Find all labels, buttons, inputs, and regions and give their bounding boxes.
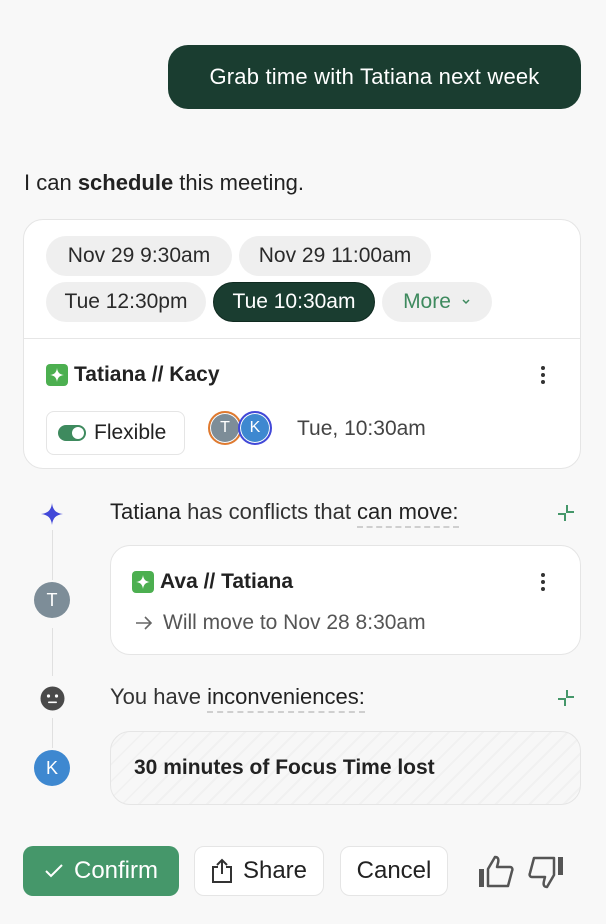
card-divider <box>24 338 580 339</box>
neutral-face-icon <box>40 686 65 711</box>
timeline-connector <box>52 530 53 580</box>
more-label: More <box>403 290 451 313</box>
conflict-title-text: Ava // Tatiana <box>160 570 294 593</box>
conflict-event-title[interactable]: Ava // Tatiana <box>132 570 293 594</box>
event-title-text: Tatiana // Kacy <box>74 363 220 386</box>
thumbs-down-icon[interactable] <box>526 852 566 892</box>
attendee-avatars: T K <box>208 411 278 447</box>
conflict-text: has conflicts that <box>180 499 358 524</box>
share-button[interactable]: Share <box>194 846 324 896</box>
inconvenience-text: 30 minutes of Focus Time lost <box>134 756 435 779</box>
avatar-tatiana: T <box>34 582 70 618</box>
conflict-person: Tatiana <box>110 499 181 524</box>
toggle-switch-icon <box>58 425 86 441</box>
conflicts-heading: Tatiana has conflicts that can move: <box>110 499 459 528</box>
event-time: Tue, 10:30am <box>297 417 426 440</box>
flexible-toggle[interactable]: Flexible <box>46 411 185 455</box>
inconvenience-card: 30 minutes of Focus Time lost <box>110 731 581 805</box>
confirm-button[interactable]: Confirm <box>23 846 179 896</box>
avatar-kacy: K <box>34 750 70 786</box>
conflict-move-text: Will move to Nov 28 8:30am <box>163 611 426 634</box>
time-chip[interactable]: Nov 29 11:00am <box>239 236 431 276</box>
inconveniences-tooltip-trigger[interactable]: inconveniences: <box>207 684 365 713</box>
user-message-bubble: Grab time with Tatiana next week <box>168 45 581 109</box>
collapse-icon[interactable] <box>556 688 576 708</box>
conflict-card: Ava // Tatiana Will move to Nov 28 8:30a… <box>110 545 581 655</box>
can-move-tooltip-trigger[interactable]: can move: <box>357 499 459 528</box>
inconv-prefix: You have <box>110 684 208 709</box>
timeline-connector <box>52 628 53 676</box>
chevron-down-icon <box>462 299 470 305</box>
event-title[interactable]: Tatiana // Kacy <box>46 363 220 387</box>
arrow-right-icon <box>136 616 153 630</box>
check-icon <box>45 864 63 878</box>
conflict-more-options-icon[interactable] <box>533 568 553 596</box>
flexible-label: Flexible <box>94 421 167 444</box>
event-more-options-icon[interactable] <box>533 361 553 389</box>
time-chip[interactable]: Tue 12:30pm <box>46 282 206 322</box>
ai-sparkle-icon <box>41 503 63 525</box>
share-icon <box>211 858 232 883</box>
time-chip[interactable]: Nov 29 9:30am <box>46 236 232 276</box>
confirm-label: Confirm <box>73 857 158 884</box>
schedule-card: Nov 29 9:30am Nov 29 11:00am Tue 12:30pm… <box>23 219 581 469</box>
share-label: Share <box>242 857 308 884</box>
cancel-button[interactable]: Cancel <box>340 846 448 896</box>
intro-suffix: this meeting. <box>173 170 305 195</box>
intro-prefix: I can <box>24 170 78 195</box>
assistant-intro: I can schedule this meeting. <box>24 170 304 196</box>
cancel-label: Cancel <box>356 857 432 884</box>
time-chip-selected[interactable]: Tue 10:30am <box>213 282 375 322</box>
avatar-tatiana: T <box>208 411 242 445</box>
thumbs-up-icon[interactable] <box>476 852 516 892</box>
intro-bold: schedule <box>77 170 174 195</box>
more-times-button[interactable]: More <box>382 282 492 322</box>
sparkle-icon <box>46 364 68 386</box>
timeline-connector <box>52 718 53 748</box>
avatar-kacy: K <box>238 411 272 445</box>
inconveniences-heading: You have inconveniences: <box>110 684 365 713</box>
collapse-icon[interactable] <box>556 503 576 523</box>
sparkle-icon <box>132 571 154 593</box>
conflict-move-info: Will move to Nov 28 8:30am <box>135 611 426 635</box>
